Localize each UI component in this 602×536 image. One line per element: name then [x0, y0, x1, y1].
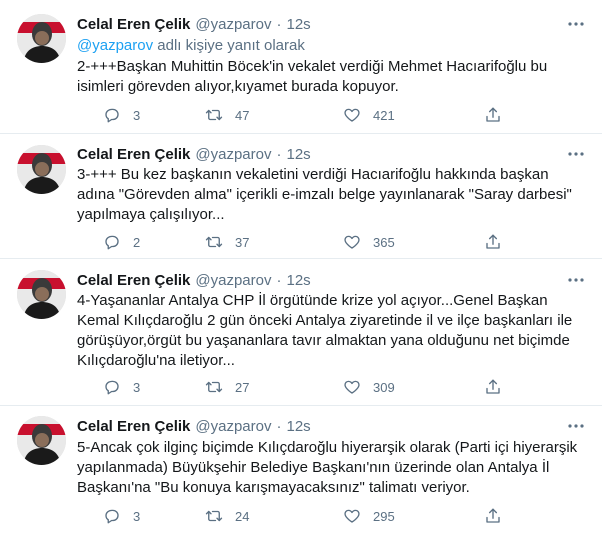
retweet-count: 37: [235, 234, 250, 250]
reply-button[interactable]: 3: [103, 105, 140, 125]
like-button[interactable]: 309: [343, 377, 395, 397]
tweet-actions: 3 47 421: [77, 105, 507, 125]
tweet-text: 3-+++ Bu kez başkanın vekaletini verdiği…: [77, 166, 572, 223]
author-handle[interactable]: @yazparov: [195, 418, 271, 435]
avatar[interactable]: [17, 14, 66, 63]
author-handle[interactable]: @yazparov: [195, 272, 271, 289]
like-count: 295: [373, 508, 395, 524]
reply-count: 2: [133, 234, 141, 250]
share-button[interactable]: [484, 232, 502, 252]
tweet-header: Celal Eren Çelik @yazparov · 12s: [77, 144, 311, 164]
author-name[interactable]: Celal Eren Çelik: [77, 272, 190, 289]
tweet-1[interactable]: Celal Eren Çelik @yazparov · 12s @yazpar…: [0, 0, 602, 133]
tweet-4[interactable]: Celal Eren Çelik @yazparov · 12s 5-Ancak…: [0, 406, 602, 536]
tweet-actions: 2 37 365: [77, 232, 507, 252]
reply-icon: [105, 380, 119, 395]
more-options-button[interactable]: [567, 417, 585, 435]
retweet-count: 27: [235, 379, 250, 395]
separator-dot: ·: [276, 417, 282, 435]
share-icon: [486, 107, 500, 122]
reply-button[interactable]: 2: [103, 232, 140, 252]
like-icon: [344, 380, 360, 394]
share-icon: [486, 508, 500, 523]
timestamp[interactable]: 12s: [286, 418, 310, 435]
avatar[interactable]: [17, 145, 66, 194]
like-count: 365: [373, 234, 395, 250]
like-icon: [344, 509, 360, 523]
author-name[interactable]: Celal Eren Çelik: [77, 146, 190, 163]
avatar-image: [17, 270, 66, 319]
timestamp[interactable]: 12s: [286, 272, 310, 289]
avatar[interactable]: [17, 270, 66, 319]
more-icon: [568, 424, 584, 428]
retweet-button[interactable]: 47: [205, 105, 249, 125]
more-icon: [568, 22, 584, 26]
retweet-icon: [205, 510, 223, 522]
share-button[interactable]: [484, 105, 502, 125]
avatar-image: [17, 14, 66, 63]
reply-count: 3: [133, 379, 141, 395]
like-icon: [344, 108, 360, 122]
reply-icon: [105, 235, 119, 250]
share-button[interactable]: [484, 377, 502, 397]
reply-button[interactable]: 3: [103, 377, 140, 397]
replying-to: @yazparov adlı kişiye yanıt olarak: [77, 37, 305, 54]
reply-count: 3: [133, 107, 141, 123]
retweet-button[interactable]: 24: [205, 506, 249, 526]
tweet-text: 5-Ancak çok ilginç biçimde Kılıçdaroğlu …: [77, 439, 578, 496]
tweet-actions: 3 24 295: [77, 506, 507, 526]
avatar[interactable]: [17, 416, 66, 465]
author-handle[interactable]: @yazparov: [195, 16, 271, 33]
author-name[interactable]: Celal Eren Çelik: [77, 418, 190, 435]
reply-button[interactable]: 3: [103, 506, 140, 526]
like-count: 309: [373, 379, 395, 395]
reply-icon: [105, 509, 119, 524]
more-icon: [568, 278, 584, 282]
reply-count: 3: [133, 508, 141, 524]
reply-icon: [105, 108, 119, 123]
more-options-button[interactable]: [567, 145, 585, 163]
tweet-actions: 3 27 309: [77, 377, 507, 397]
share-icon: [486, 379, 500, 394]
like-button[interactable]: 365: [343, 232, 395, 252]
retweet-icon: [205, 109, 223, 121]
like-button[interactable]: 421: [343, 105, 395, 125]
tweet-text: 2-+++Başkan Muhittin Böcek'in vekalet ve…: [77, 58, 548, 95]
author-name[interactable]: Celal Eren Çelik: [77, 16, 190, 33]
separator-dot: ·: [276, 15, 282, 33]
replying-to-mention[interactable]: @yazparov: [77, 37, 153, 54]
separator-dot: ·: [276, 145, 282, 163]
more-icon: [568, 152, 584, 156]
replying-to-label: adlı kişiye yanıt olarak: [153, 37, 305, 54]
avatar-image: [17, 416, 66, 465]
like-count: 421: [373, 107, 395, 123]
separator-dot: ·: [276, 271, 282, 289]
more-options-button[interactable]: [567, 271, 585, 289]
retweet-button[interactable]: 37: [205, 232, 249, 252]
timestamp[interactable]: 12s: [286, 146, 310, 163]
timestamp[interactable]: 12s: [286, 16, 310, 33]
tweet-header: Celal Eren Çelik @yazparov · 12s: [77, 14, 311, 34]
tweet-header: Celal Eren Çelik @yazparov · 12s: [77, 270, 311, 290]
like-icon: [344, 235, 360, 249]
retweet-count: 24: [235, 508, 250, 524]
retweet-count: 47: [235, 107, 250, 123]
share-button[interactable]: [484, 506, 502, 526]
share-icon: [486, 234, 500, 249]
tweet-header: Celal Eren Çelik @yazparov · 12s: [77, 416, 311, 436]
tweet-text: 4-Yaşananlar Antalya CHP İl örgütünde kr…: [77, 292, 573, 369]
tweet-3[interactable]: Celal Eren Çelik @yazparov · 12s 4-Yaşan…: [0, 259, 602, 405]
avatar-image: [17, 145, 66, 194]
author-handle[interactable]: @yazparov: [195, 146, 271, 163]
tweet-2[interactable]: Celal Eren Çelik @yazparov · 12s 3-+++ B…: [0, 134, 602, 258]
more-options-button[interactable]: [567, 15, 585, 33]
like-button[interactable]: 295: [343, 506, 395, 526]
retweet-icon: [205, 236, 223, 248]
retweet-icon: [205, 381, 223, 393]
retweet-button[interactable]: 27: [205, 377, 249, 397]
